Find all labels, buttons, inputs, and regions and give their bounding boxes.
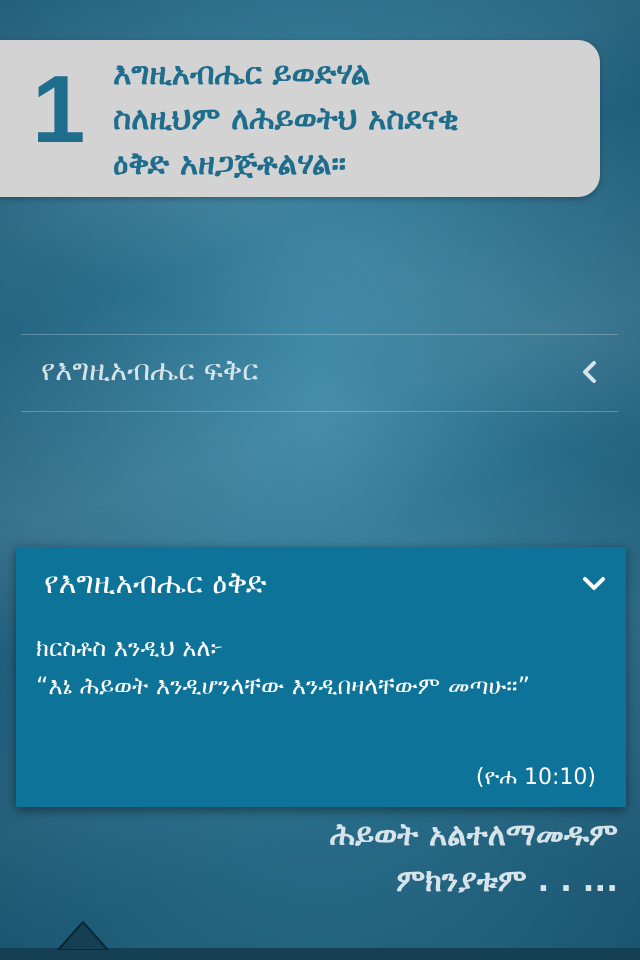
chevron-down-icon[interactable]: [580, 569, 608, 597]
behind-text-line-2: ምክንያቱም . . ...: [396, 863, 618, 899]
behind-text-line-1: ሕይወት አልተለማመዱም: [329, 817, 618, 853]
verse-intro: ክርስቶስ እንዲህ አለ፦: [36, 634, 224, 662]
verse-reference: (ዮሐ 10:10): [475, 765, 596, 790]
section-gods-love-label: የእግዚአብሔር ፍቅር: [41, 353, 259, 387]
section-gods-plan-title: የእግዚአብሔር ዕቅድ: [44, 566, 267, 601]
step-number: 1: [32, 56, 86, 163]
chevron-left-icon[interactable]: [576, 358, 604, 386]
step-heading: እግዚአብሔር ይወድሃል ስለዚህም ለሕይወትህ አስደናቂ ዕቅድ አዘጋ…: [113, 56, 459, 182]
section-gods-love[interactable]: የእግዚአብሔር ፍቅር: [21, 334, 618, 412]
verse-quote: “እኔ ሕይወት እንዲሆንላቸው እንዲበዛላቸውም መጣሁ፡፡”: [36, 672, 531, 700]
section-gods-plan-panel[interactable]: የእግዚአብሔር ዕቅድ ክርስቶስ እንዲህ አለ፦ “እኔ ሕይወት እንዲ…: [16, 547, 626, 807]
verse-text: ክርስቶስ እንዲህ አለ፦ “እኔ ሕይወት እንዲሆንላቸው እንዲበዛላቸ…: [36, 629, 606, 705]
pull-up-tab-icon[interactable]: [56, 920, 110, 950]
behind-text: ሕይወት አልተለማመዱም ምክንያቱም . . ...: [58, 812, 618, 904]
